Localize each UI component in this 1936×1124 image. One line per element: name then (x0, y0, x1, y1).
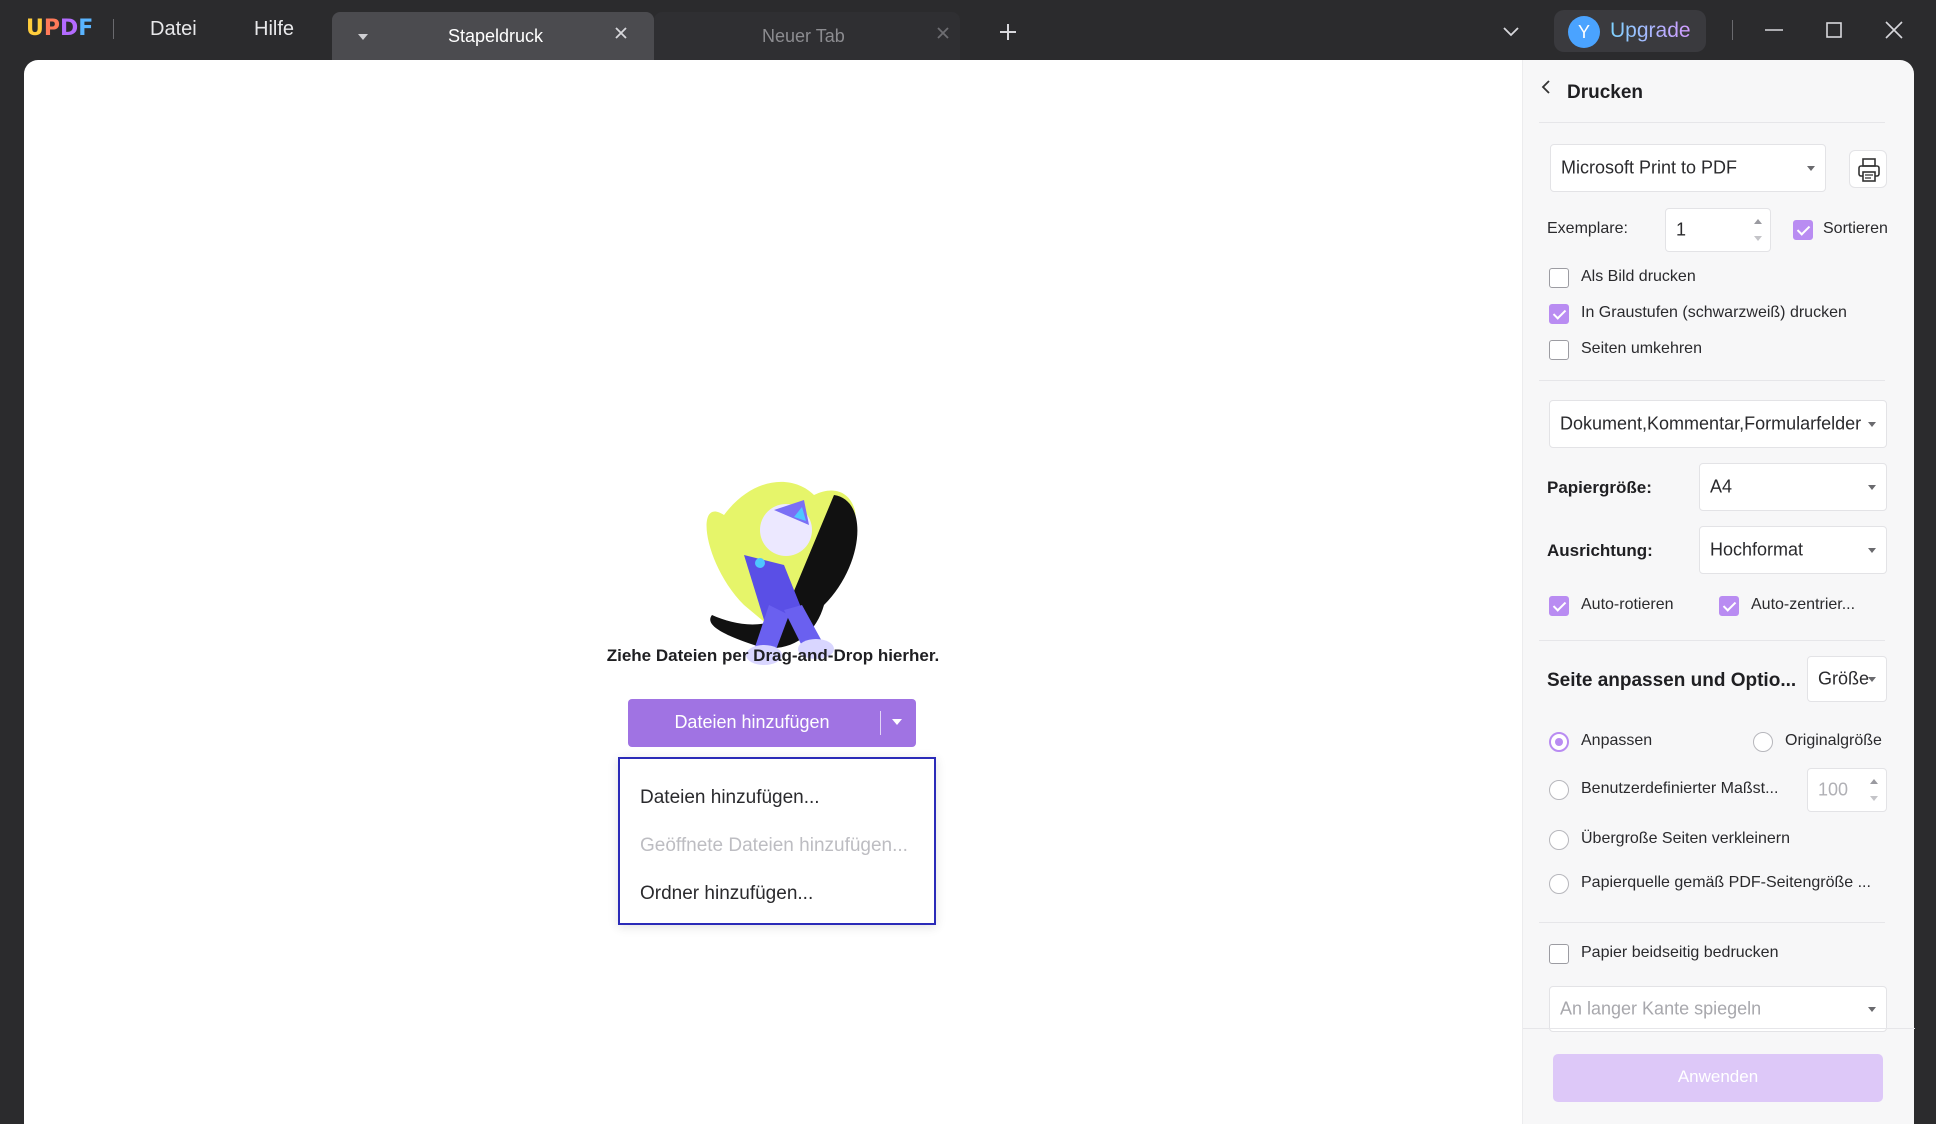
chevron-down-icon (1868, 548, 1876, 553)
close-window-icon[interactable] (1882, 18, 1906, 42)
printer-icon (1858, 158, 1880, 182)
stepper-down-icon[interactable] (1754, 236, 1762, 241)
auto-rotate-label: Auto-rotieren (1581, 596, 1674, 613)
add-files-dropdown-menu: Dateien hinzufügen... Geöffnete Dateien … (618, 757, 936, 925)
stepper-down-icon (1870, 796, 1878, 801)
menu-help[interactable]: Hilfe (254, 18, 294, 41)
stepper-up-icon (1870, 779, 1878, 784)
chevron-down-icon (1807, 166, 1815, 171)
radio-custom-scale-label: Benutzerdefinierter Maßst... (1581, 780, 1779, 797)
panel-title: Drucken (1567, 82, 1644, 103)
duplex-mode-value: An langer Kante spiegeln (1560, 998, 1762, 1019)
duplex-checkbox[interactable] (1549, 944, 1569, 964)
tab-neuer-tab[interactable]: Neuer Tab (654, 12, 960, 60)
radio-shrink-oversized-label: Übergroße Seiten verkleinern (1581, 830, 1790, 847)
duplex-mode-select: An langer Kante spiegeln (1549, 986, 1887, 1032)
radio-fit[interactable] (1549, 732, 1569, 752)
tab-label: Stapeldruck (448, 26, 544, 46)
printer-select[interactable]: Microsoft Print to PDF (1550, 144, 1826, 192)
apply-label: Anwenden (1677, 1067, 1759, 1086)
print-as-image-checkbox[interactable] (1549, 268, 1569, 288)
updf-logo[interactable]: UPDF (26, 16, 93, 41)
custom-scale-stepper: 100 (1807, 768, 1887, 812)
back-chevron-left-icon[interactable] (1539, 80, 1553, 94)
print-as-image-label: Als Bild drucken (1581, 268, 1696, 285)
radio-original-size-label: Originalgröße (1785, 732, 1882, 749)
fit-mode-select[interactable]: Größe (1807, 656, 1887, 702)
grayscale-checkbox[interactable] (1549, 304, 1569, 324)
menu-item-add-folder[interactable]: Ordner hinzufügen... (640, 883, 813, 905)
new-tab-plus-icon[interactable] (996, 20, 1020, 44)
tab-label: Neuer Tab (762, 26, 845, 46)
button-divider (880, 711, 881, 735)
chevron-down-icon (1868, 485, 1876, 490)
radio-fit-label: Anpassen (1581, 732, 1653, 749)
divider (1539, 922, 1885, 923)
custom-scale-value: 100 (1818, 779, 1849, 800)
radio-custom-scale[interactable] (1549, 780, 1569, 800)
maximize-icon[interactable] (1822, 18, 1846, 42)
copies-value: 1 (1676, 219, 1687, 240)
close-tab-icon[interactable] (610, 22, 632, 44)
orientation-value: Hochformat (1710, 539, 1804, 560)
tab-list-chevron-down-icon[interactable] (1500, 20, 1522, 42)
chevron-down-icon (1868, 677, 1876, 682)
auto-rotate-checkbox[interactable] (1549, 596, 1569, 616)
title-separator (113, 19, 114, 39)
fit-section-label: Seite anpassen und Optio... (1547, 670, 1797, 691)
menu-file[interactable]: Datei (150, 18, 197, 41)
batch-print-drop-area[interactable]: Ziehe Dateien per Drag-and-Drop hierher.… (24, 60, 1522, 1124)
divider (1523, 1028, 1915, 1029)
chevron-down-icon (1868, 422, 1876, 427)
tab-stapeldruck[interactable]: Stapeldruck (332, 12, 654, 60)
chevron-down-icon (1868, 1007, 1876, 1012)
paper-size-label: Papiergröße: (1547, 478, 1652, 497)
auto-center-checkbox[interactable] (1719, 596, 1739, 616)
paper-size-value: A4 (1710, 476, 1733, 497)
minimize-icon[interactable] (1762, 18, 1786, 42)
stepper-up-icon[interactable] (1754, 219, 1762, 224)
apply-button[interactable]: Anwenden (1553, 1054, 1883, 1102)
divider (1539, 640, 1885, 641)
radio-shrink-oversized[interactable] (1549, 830, 1569, 850)
print-content-select[interactable]: Dokument,Kommentar,Formularfelder (1549, 400, 1887, 448)
title-bar: UPDF Datei Hilfe Stapeldruck Neuer Tab Y… (0, 0, 1936, 60)
divider (1539, 122, 1885, 123)
menu-item-add-files[interactable]: Dateien hinzufügen... (640, 787, 820, 809)
close-tab-icon[interactable] (932, 22, 954, 44)
divider (1539, 380, 1885, 381)
print-settings-panel: Drucken Microsoft Print to PDF Exemplare… (1522, 60, 1915, 1124)
radio-paper-source-label: Papierquelle gemäß PDF-Seitengröße ... (1581, 874, 1871, 891)
title-separator (1732, 20, 1733, 40)
orientation-label: Ausrichtung: (1547, 541, 1653, 560)
avatar: Y (1568, 16, 1600, 48)
reverse-pages-checkbox[interactable] (1549, 340, 1569, 360)
duplex-label: Papier beidseitig bedrucken (1581, 944, 1779, 961)
fit-mode-value: Größe (1818, 668, 1870, 689)
upgrade-button[interactable]: Y Upgrade (1554, 10, 1706, 52)
collate-label: Sortieren (1823, 220, 1888, 237)
copies-stepper[interactable]: 1 (1665, 208, 1771, 252)
tab-menu-caret-icon[interactable] (358, 34, 368, 40)
print-content-value: Dokument,Kommentar,Formularfelder (1560, 413, 1862, 434)
add-files-button[interactable]: Dateien hinzufügen (628, 699, 916, 747)
orientation-select[interactable]: Hochformat (1699, 526, 1887, 574)
paper-size-select[interactable]: A4 (1699, 463, 1887, 511)
collate-checkbox[interactable] (1793, 220, 1813, 240)
printer-properties-button[interactable] (1849, 150, 1887, 188)
radio-paper-source[interactable] (1549, 874, 1569, 894)
printer-value: Microsoft Print to PDF (1561, 157, 1738, 178)
upgrade-label: Upgrade (1610, 19, 1691, 42)
copies-label: Exemplare: (1547, 220, 1628, 237)
reverse-pages-label: Seiten umkehren (1581, 340, 1702, 357)
add-files-dropdown-caret-icon[interactable] (892, 719, 902, 725)
drop-hint-text: Ziehe Dateien per Drag-and-Drop hierher. (606, 646, 940, 665)
auto-center-label: Auto-zentrier... (1751, 596, 1856, 613)
menu-item-add-open-files: Geöffnete Dateien hinzufügen... (640, 835, 908, 856)
radio-original-size[interactable] (1753, 732, 1773, 752)
grayscale-label: In Graustufen (schwarzweiß) drucken (1581, 304, 1847, 321)
add-files-label: Dateien hinzufügen (674, 712, 830, 732)
